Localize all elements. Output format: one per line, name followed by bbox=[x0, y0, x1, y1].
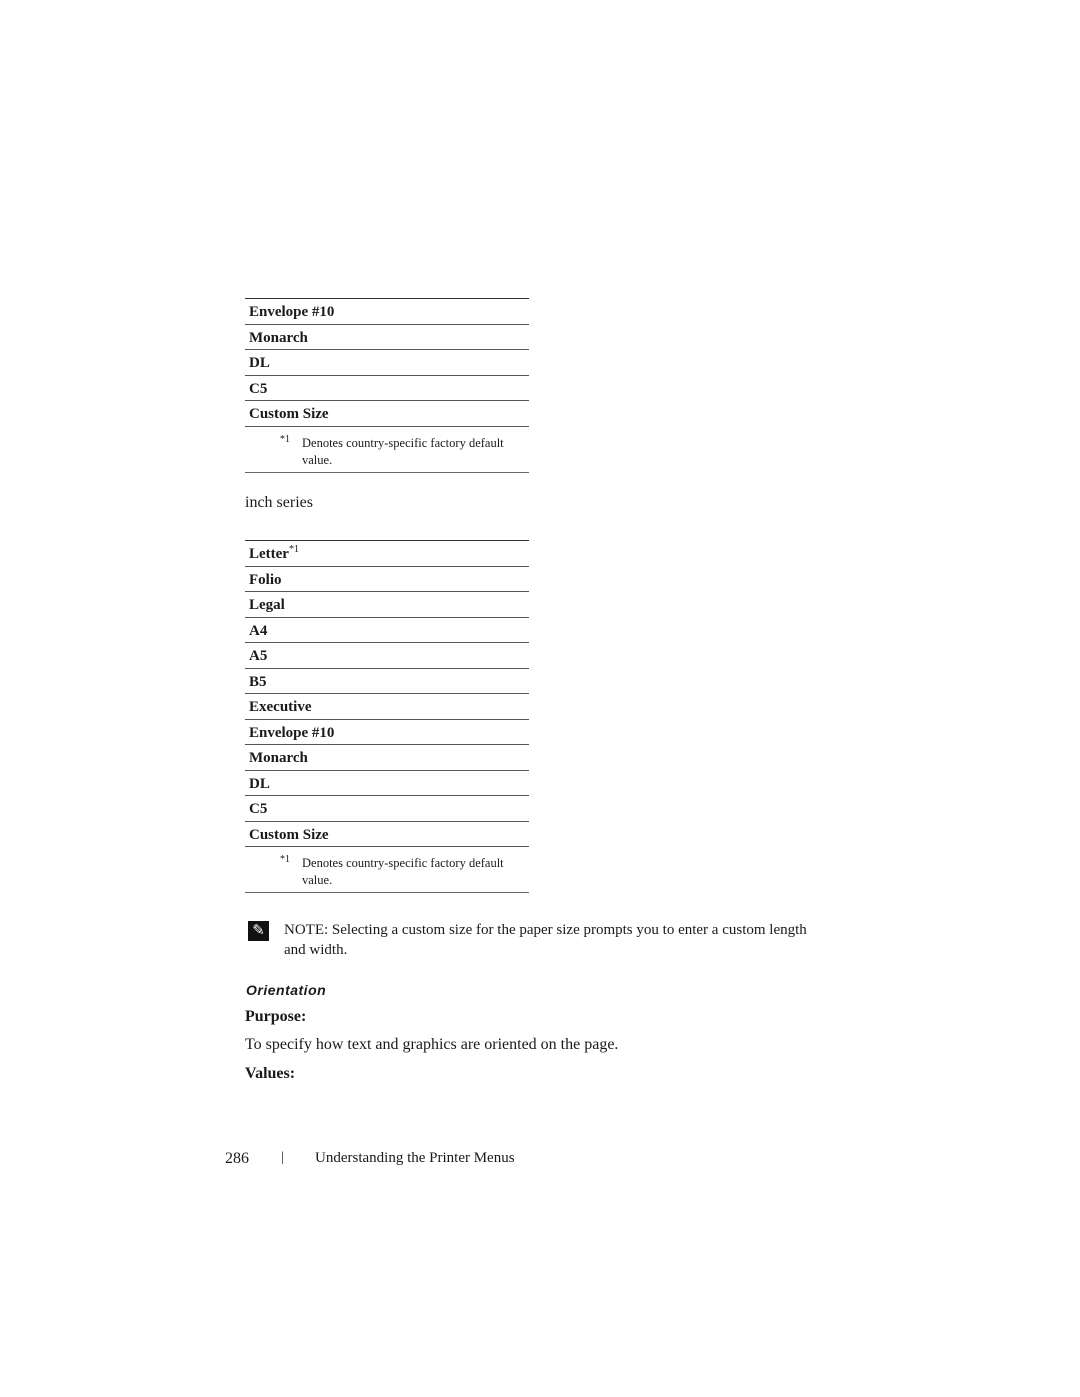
chapter-title: Understanding the Printer Menus bbox=[315, 1150, 515, 1166]
table-row: Custom Size bbox=[245, 401, 529, 427]
inch-series-table: Letter*1 Folio Legal A4 A5 B5 Executive … bbox=[245, 540, 529, 893]
table-row: Letter*1 bbox=[245, 541, 529, 567]
values-label: Values: bbox=[245, 1065, 296, 1082]
page-number: 286 bbox=[225, 1150, 249, 1167]
footnote-ref: *1 bbox=[288, 544, 299, 555]
purpose-label: Purpose: bbox=[245, 1008, 307, 1025]
purpose-text: To specify how text and graphics are ori… bbox=[245, 1036, 619, 1053]
footnote-mark: *1 bbox=[280, 854, 290, 865]
table-row: B5 bbox=[245, 669, 529, 694]
table-row: C5 bbox=[245, 796, 529, 822]
table-row: Legal bbox=[245, 592, 529, 618]
table-footnote: *1 Denotes country-specific factory defa… bbox=[245, 847, 529, 893]
footnote-mark: *1 bbox=[280, 433, 290, 445]
pencil-note-icon: ✎ bbox=[248, 921, 269, 941]
note-text: NOTE: Selecting a custom size for the pa… bbox=[284, 922, 807, 958]
footer-separator: | bbox=[281, 1150, 284, 1165]
footnote-text: Denotes country-specific factory default… bbox=[302, 435, 504, 467]
section-title: Orientation bbox=[246, 982, 327, 998]
metric-series-table: Envelope #10 Monarch DL C5 Custom Size *… bbox=[245, 298, 529, 473]
table-row: Monarch bbox=[245, 325, 529, 350]
table-row: Folio bbox=[245, 567, 529, 592]
table-footnote: *1 Denotes country-specific factory defa… bbox=[245, 427, 529, 473]
table-row: A4 bbox=[245, 618, 529, 643]
row-label: Letter bbox=[249, 546, 289, 562]
table-row: DL bbox=[245, 350, 529, 376]
table-row: C5 bbox=[245, 376, 529, 401]
inch-series-label: inch series bbox=[245, 494, 313, 511]
table-row: Envelope #10 bbox=[245, 299, 529, 325]
table-row: Custom Size bbox=[245, 822, 529, 847]
table-row: Monarch bbox=[245, 745, 529, 771]
footnote-text: Denotes country-specific factory default… bbox=[302, 856, 504, 887]
table-row: A5 bbox=[245, 643, 529, 669]
table-row: Envelope #10 bbox=[245, 720, 529, 745]
table-row: Executive bbox=[245, 694, 529, 720]
table-row: DL bbox=[245, 771, 529, 796]
